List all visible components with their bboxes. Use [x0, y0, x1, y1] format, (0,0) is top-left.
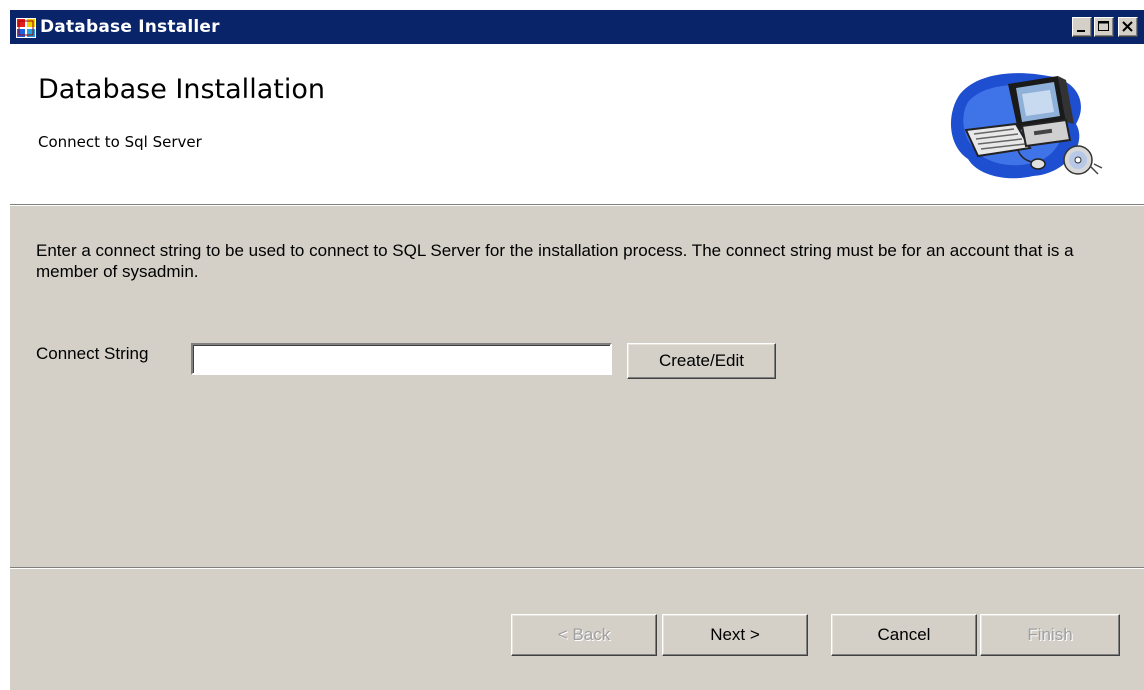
footer-separator	[10, 567, 1144, 569]
next-button[interactable]: Next >	[662, 614, 808, 656]
minimize-button[interactable]	[1072, 17, 1092, 37]
minimize-icon	[1077, 30, 1085, 32]
maximize-icon	[1098, 21, 1109, 31]
create-edit-button[interactable]: Create/Edit	[627, 343, 776, 379]
page-title: Database Installation	[38, 74, 325, 105]
installer-app-icon	[16, 18, 36, 38]
close-button[interactable]	[1118, 17, 1138, 37]
finish-button[interactable]: Finish	[980, 614, 1120, 656]
back-button[interactable]: < Back	[511, 614, 657, 656]
maximize-button[interactable]	[1094, 17, 1114, 37]
computer-clipart-icon	[950, 73, 1103, 179]
wizard-header: Database Installation Connect to Sql Ser…	[10, 44, 1144, 205]
page-subtitle: Connect to Sql Server	[38, 133, 202, 151]
close-icon	[1122, 21, 1133, 32]
window-title: Database Installer	[40, 17, 220, 37]
cancel-button[interactable]: Cancel	[831, 614, 977, 656]
title-bar[interactable]: Database Installer	[10, 10, 1144, 44]
connect-string-label: Connect String	[36, 344, 149, 363]
instructions-text: Enter a connect string to be used to con…	[36, 241, 1074, 281]
installer-window: Database Installer Database Installation…	[8, 8, 1144, 690]
connect-string-input[interactable]	[191, 343, 612, 375]
